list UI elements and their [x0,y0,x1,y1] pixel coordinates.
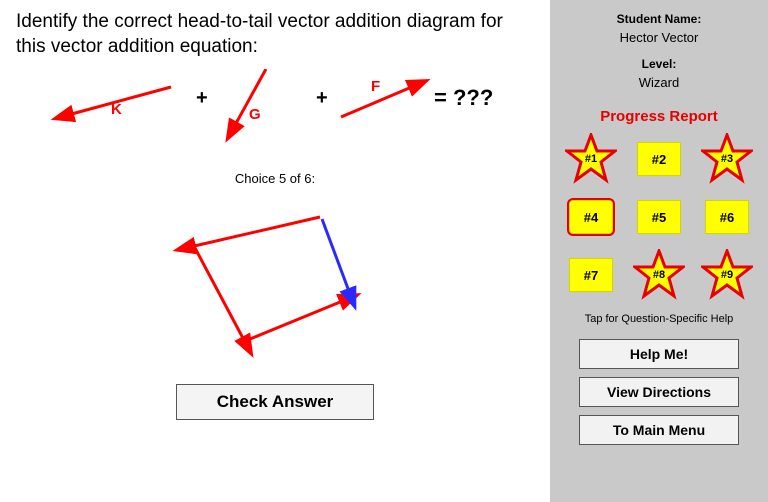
progress-tile-3[interactable]: #3 [699,135,755,183]
sidebar: Student Name: Hector Vector Level: Wizar… [550,0,768,502]
progress-box: #5 [637,200,681,234]
help-me-button[interactable]: Help Me! [579,339,739,369]
plus-2: + [316,87,328,109]
check-answer-button[interactable]: Check Answer [176,384,375,420]
question-text: Identify the correct head-to-tail vector… [16,10,534,59]
vector-k-label: K [111,101,122,118]
choice-label: Choice 5 of 6: [16,171,534,186]
progress-title: Progress Report [600,108,718,125]
progress-tile-7[interactable]: #7 [563,251,619,299]
vector-f-label: F [371,78,380,95]
star-icon: #9 [701,249,753,301]
progress-grid: #1 #2 #3 #4 #5 #6 #7 #8 #9 [563,135,755,299]
view-directions-button[interactable]: View Directions [579,377,739,407]
main-panel: Identify the correct head-to-tail vector… [0,0,550,502]
progress-tile-6[interactable]: #6 [699,193,755,241]
equation-area: K + G + F = ??? [16,69,534,159]
student-name-label: Student Name: [617,12,702,26]
choice-diagram-svg [150,192,400,372]
choice-diagram-area[interactable] [16,192,534,372]
student-name-value: Hector Vector [620,30,699,45]
progress-tile-5[interactable]: #5 [631,193,687,241]
equals-text: = ??? [434,85,493,110]
level-value: Wizard [639,75,679,90]
progress-tile-4[interactable]: #4 [563,193,619,241]
progress-box: #6 [705,200,749,234]
progress-box: #2 [637,142,681,176]
vector-g-label: G [249,106,261,123]
progress-tile-1[interactable]: #1 [563,135,619,183]
star-icon: #8 [633,249,685,301]
progress-tile-9[interactable]: #9 [699,251,755,299]
help-hint: Tap for Question-Specific Help [585,313,734,325]
plus-1: + [196,87,208,109]
star-icon: #1 [565,133,617,185]
progress-tile-2[interactable]: #2 [631,135,687,183]
equation-svg: K + G + F = ??? [16,69,516,149]
star-icon: #3 [701,133,753,185]
progress-box: #4 [569,200,613,234]
main-menu-button[interactable]: To Main Menu [579,415,739,445]
progress-tile-8[interactable]: #8 [631,251,687,299]
level-label: Level: [642,57,677,71]
progress-box: #7 [569,258,613,292]
